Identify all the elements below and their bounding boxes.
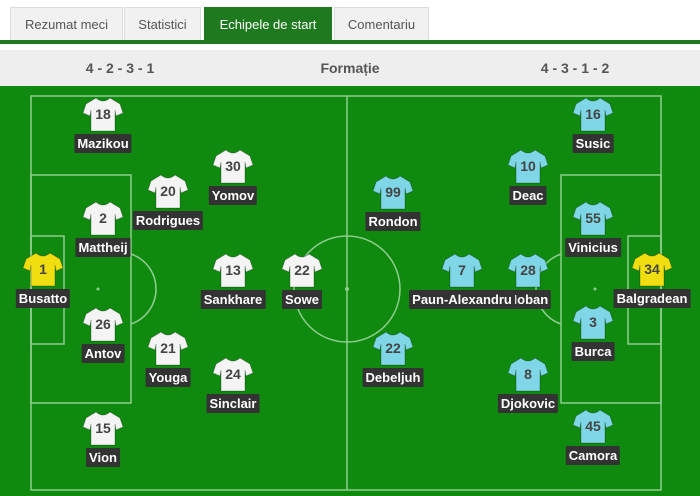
shirt-number: 2 [99, 210, 107, 226]
tab-statistici[interactable]: Statistici [124, 7, 201, 40]
formation-label: Formație [320, 60, 380, 76]
shirt-number: 22 [385, 340, 401, 356]
shirt-number: 20 [160, 183, 176, 199]
shirt-icon: 2 [83, 200, 123, 236]
shirt-icon: 1 [23, 251, 63, 287]
shirt-number: 18 [95, 106, 111, 122]
shirt-icon: 16 [573, 96, 613, 132]
shirt-number: 34 [644, 261, 660, 277]
shirt-number: 21 [160, 340, 176, 356]
player-name: Deac [509, 186, 547, 205]
tab-echipele-de-start[interactable]: Echipele de start [204, 7, 332, 40]
player-name: Youga [145, 368, 191, 387]
home-formation: 4 - 2 - 3 - 1 [85, 60, 155, 76]
shirt-icon: 30 [213, 148, 253, 184]
shirt-icon: 45 [573, 408, 613, 444]
shirt-icon: 13 [213, 252, 253, 288]
shirt-icon: 20 [148, 173, 188, 209]
player-name: Vion [86, 448, 120, 467]
shirt-number: 22 [294, 262, 310, 278]
player-name: Busatto [15, 289, 71, 308]
football-pitch: 1 Busatto 18 Mazikou 2 Mattheij 26 Antov 15 Vion 2… [0, 86, 700, 496]
tab-bar: Rezumat meci Statistici Echipele de star… [0, 0, 700, 44]
shirt-icon: 21 [148, 330, 188, 366]
player-name: Burca [571, 342, 615, 361]
shirt-number: 1 [39, 261, 47, 277]
shirt-icon: 8 [508, 356, 548, 392]
player-name: Camora [565, 446, 621, 465]
shirt-number: 3 [589, 314, 597, 330]
shirt-icon: 15 [83, 410, 123, 446]
shirt-icon: 26 [83, 306, 123, 342]
shirt-icon: 24 [213, 356, 253, 392]
shirt-icon: 34 [632, 251, 672, 287]
shirt-number: 55 [585, 210, 601, 226]
shirt-icon: 18 [83, 96, 123, 132]
shirt-icon: 22 [282, 252, 322, 288]
shirt-number: 7 [458, 262, 466, 278]
shirt-number: 24 [225, 366, 241, 382]
player-name: Vinicius [565, 238, 621, 257]
shirt-icon: 28 [508, 252, 548, 288]
player-name: Susic [572, 134, 614, 153]
shirt-number: 15 [95, 420, 111, 436]
player-name: Rodrigues [132, 211, 204, 230]
player-name: Djokovic [497, 394, 559, 413]
player-name: Balgradean [613, 289, 691, 308]
shirt-icon: 7 [442, 252, 482, 288]
shirt-number: 10 [520, 158, 536, 174]
shirt-icon: 10 [508, 148, 548, 184]
player-name: Sankhare [200, 290, 266, 309]
player-name: Yomov [208, 186, 258, 205]
shirt-number: 45 [585, 418, 601, 434]
shirt-number: 26 [95, 316, 111, 332]
player-name: Mazikou [74, 134, 132, 153]
player-name: Mattheij [75, 238, 131, 257]
player-name: Sowe [282, 290, 322, 309]
shirt-number: 30 [225, 158, 241, 174]
shirt-number: 99 [385, 184, 401, 200]
tab-rezumat-meci[interactable]: Rezumat meci [10, 7, 123, 40]
player-name: Antov [81, 344, 125, 363]
shirt-icon: 22 [373, 330, 413, 366]
formation-bar: 4 - 2 - 3 - 1 Formație 4 - 3 - 1 - 2 [0, 50, 700, 86]
player-name: Sinclair [206, 394, 260, 413]
tab-comentariu[interactable]: Comentariu [334, 7, 429, 40]
shirt-icon: 3 [573, 304, 613, 340]
player-name: Paun-Alexandru [409, 290, 515, 309]
shirt-icon: 55 [573, 200, 613, 236]
player-name: Debeljuh [362, 368, 424, 387]
shirt-number: 13 [225, 262, 241, 278]
shirt-number: 16 [585, 106, 601, 122]
shirt-icon: 99 [373, 174, 413, 210]
shirt-number: 8 [524, 366, 532, 382]
away-formation: 4 - 3 - 1 - 2 [540, 60, 610, 76]
shirt-number: 28 [520, 262, 536, 278]
player-name: Rondon [365, 212, 421, 231]
